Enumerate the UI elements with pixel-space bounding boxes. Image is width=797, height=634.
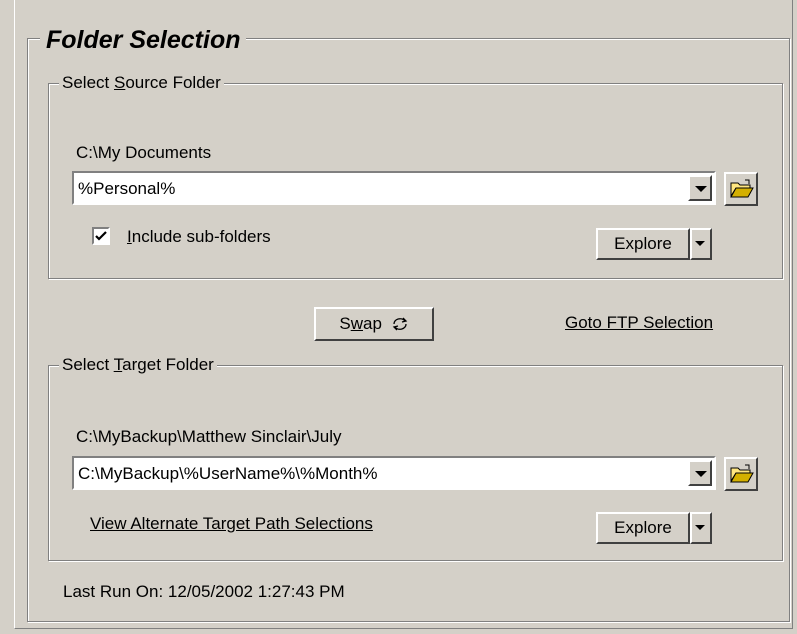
target-browse-folder-button[interactable]: [724, 457, 758, 491]
last-run-value: 12/05/2002 1:27:43 PM: [167, 582, 345, 601]
source-browse-folder-button[interactable]: [724, 172, 758, 206]
include-subfolders-label[interactable]: Include sub-folders: [127, 227, 271, 247]
source-explore-menu-button[interactable]: [690, 228, 712, 260]
chevron-down-icon: [695, 471, 707, 477]
target-folder-group-title: Select Target Folder: [59, 355, 217, 375]
last-run-label: Last Run On:: [63, 582, 164, 601]
view-alternate-target-paths-link[interactable]: View Alternate Target Path Selections: [90, 514, 373, 534]
chevron-down-icon: [695, 525, 705, 530]
refresh-icon: [392, 317, 407, 331]
source-folder-combo[interactable]: %Personal%: [72, 171, 716, 205]
folder-selection-title: Folder Selection: [40, 25, 247, 55]
target-folder-combo-value: C:\MyBackup\%UserName%\%Month%: [78, 464, 378, 483]
source-folder-group-title: Select Source Folder: [59, 73, 224, 93]
checkmark-icon: [95, 231, 107, 241]
target-resolved-path: C:\MyBackup\Matthew Sinclair\July: [76, 427, 342, 446]
source-folder-combo-value: %Personal%: [78, 179, 176, 198]
open-folder-icon: [730, 464, 754, 483]
source-resolved-path: C:\My Documents: [76, 143, 212, 162]
include-subfolders-checkbox[interactable]: [92, 227, 110, 245]
target-explore-menu-button[interactable]: [690, 512, 712, 544]
source-combo-dropdown-button[interactable]: [688, 175, 712, 201]
target-explore-button[interactable]: Explore: [596, 512, 690, 544]
source-explore-button[interactable]: Explore: [596, 228, 690, 260]
chevron-down-icon: [695, 241, 705, 246]
chevron-down-icon: [695, 186, 707, 192]
swap-button[interactable]: Swap: [314, 307, 434, 341]
last-run-status: Last Run On: 12/05/2002 1:27:43 PM: [63, 582, 345, 602]
target-folder-combo[interactable]: C:\MyBackup\%UserName%\%Month%: [72, 456, 716, 490]
target-combo-dropdown-button[interactable]: [688, 460, 712, 486]
open-folder-icon: [730, 179, 754, 198]
goto-ftp-selection-link[interactable]: Goto FTP Selection: [565, 313, 713, 333]
